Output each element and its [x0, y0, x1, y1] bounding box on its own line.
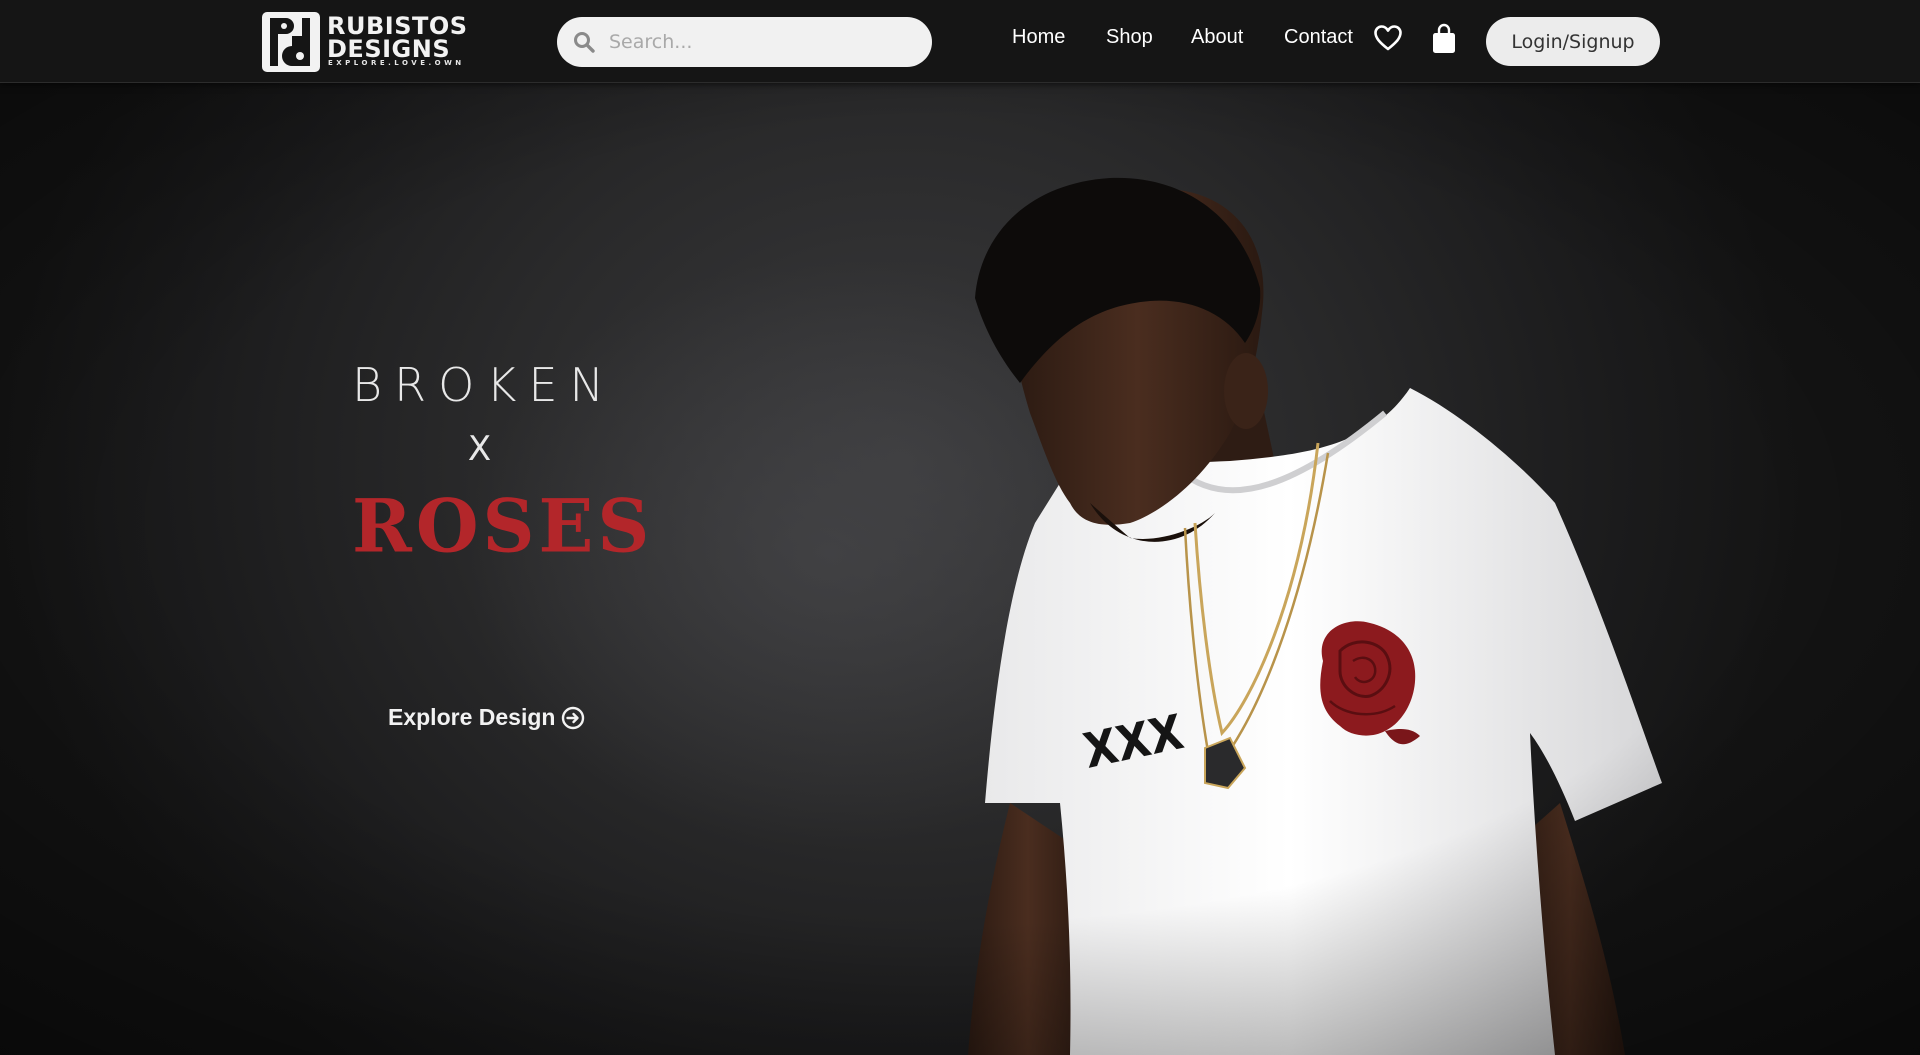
- explore-design-link[interactable]: Explore Design: [388, 704, 585, 731]
- hero-title-roses: ROSES: [352, 482, 654, 569]
- search-input[interactable]: [609, 17, 909, 67]
- rd-monogram-icon: [262, 12, 320, 72]
- hero-model-photo: XXX: [0, 83, 1920, 1055]
- brand-logo[interactable]: RUBISTOS DESIGNS EXPLORE.LOVE.OWN: [262, 12, 472, 72]
- nav-contact[interactable]: Contact: [1284, 26, 1353, 49]
- explore-design-label: Explore Design: [388, 704, 556, 730]
- shopping-bag-icon[interactable]: [1431, 23, 1457, 55]
- login-signup-button[interactable]: Login/Signup: [1486, 17, 1660, 66]
- nav-home[interactable]: Home: [1012, 26, 1065, 49]
- nav-about[interactable]: About: [1191, 26, 1243, 49]
- nav-shop[interactable]: Shop: [1106, 26, 1153, 49]
- hero-title-x: X: [467, 429, 492, 469]
- brand-tagline: EXPLORE.LOVE.OWN: [328, 59, 465, 67]
- brand-name: RUBISTOS DESIGNS: [327, 14, 468, 63]
- heart-icon[interactable]: [1373, 24, 1403, 52]
- arrow-circle-right-icon: [562, 706, 585, 729]
- hero-title-broken: BROKEN: [352, 358, 616, 412]
- search-icon[interactable]: [573, 31, 595, 53]
- brand-name-line2: DESIGNS: [327, 35, 451, 63]
- hero-banner: XXX BROKEN X ROSES Explore Design: [0, 83, 1920, 1055]
- site-header: RUBISTOS DESIGNS EXPLORE.LOVE.OWN Home S…: [0, 0, 1920, 83]
- search-bar[interactable]: [557, 17, 932, 67]
